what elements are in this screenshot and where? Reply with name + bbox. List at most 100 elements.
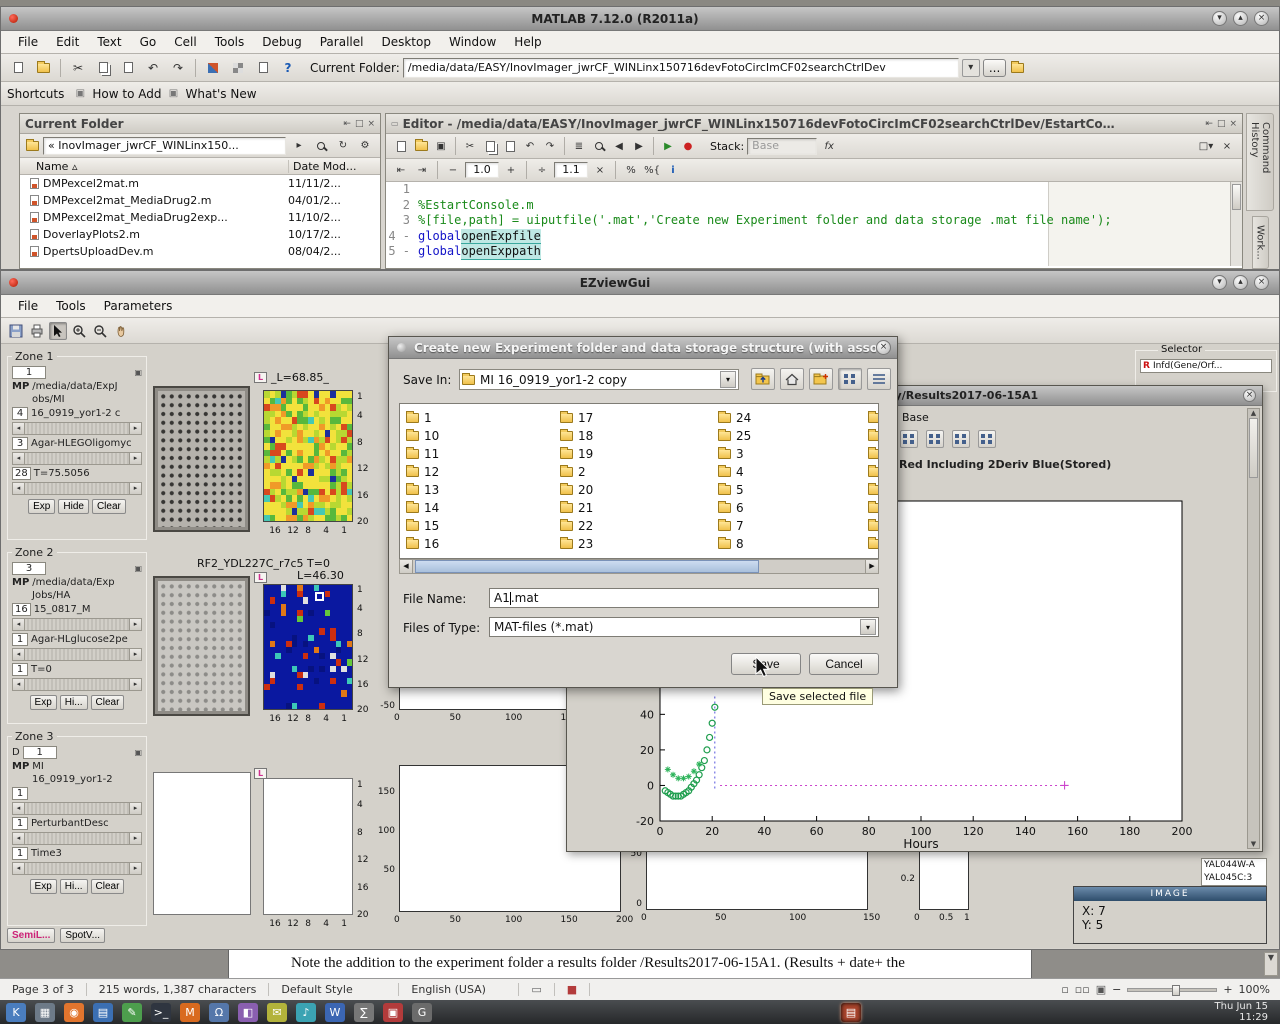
matlab-menu-go[interactable]: Go: [131, 32, 166, 52]
folder-item[interactable]: 25: [718, 428, 868, 444]
shortcut-how-to-add[interactable]: How to Add: [92, 87, 161, 101]
matlab-menu-parallel[interactable]: Parallel: [311, 32, 373, 52]
ezview-menu-tools[interactable]: Tools: [47, 296, 95, 316]
slider-left-icon[interactable]: ◂: [13, 649, 25, 660]
folder-item-clipped[interactable]: [868, 536, 879, 552]
slider-right-icon[interactable]: ▸: [129, 619, 141, 630]
breakpoint-icon[interactable]: ●: [679, 137, 697, 155]
zone1-button-hide[interactable]: Hide: [58, 499, 89, 514]
simulink-icon[interactable]: [202, 57, 224, 79]
select-arrow-icon[interactable]: [49, 322, 67, 340]
file-row[interactable]: DMPexcel2mat_MediaDrug2exp...11/10/2...: [20, 209, 380, 226]
octave-icon[interactable]: Ω: [209, 1003, 229, 1022]
spotview-button[interactable]: SpotV...: [60, 928, 105, 943]
folder-item[interactable]: 19: [560, 446, 710, 462]
status-words[interactable]: 215 words, 1,387 characters: [87, 983, 270, 996]
gear-icon[interactable]: ⚙: [356, 137, 374, 155]
matlab-menu-file[interactable]: File: [9, 32, 47, 52]
new-folder-icon[interactable]: [809, 368, 833, 390]
editor-scrollbar[interactable]: [1230, 182, 1242, 266]
ezview-titlebar[interactable]: EZviewGui ▾ ▴ ×: [1, 271, 1279, 295]
run-icon[interactable]: ▶: [659, 137, 677, 155]
text-editor-icon[interactable]: ✎: [122, 1003, 142, 1022]
folder-item[interactable]: 21: [560, 500, 710, 516]
matlab-menu-desktop[interactable]: Desktop: [372, 32, 440, 52]
zone3-dock-icon[interactable]: ▣: [134, 748, 142, 757]
help-icon[interactable]: ?: [277, 57, 299, 79]
matlab-menu-text[interactable]: Text: [88, 32, 130, 52]
gene-listbox[interactable]: YAL044W-AYAL045C:3: [1201, 858, 1267, 886]
folder-item-clipped[interactable]: [868, 410, 879, 426]
hscroll-right-icon[interactable]: ▶: [865, 560, 878, 573]
column-header-date[interactable]: Date Mod...: [288, 160, 380, 173]
gene-item[interactable]: YAL045C:3: [1204, 872, 1266, 885]
up-folder-icon[interactable]: ↑: [1009, 59, 1027, 77]
browse-folder-button[interactable]: ...: [983, 59, 1006, 77]
launcher-icon[interactable]: K: [6, 1003, 26, 1022]
divide-icon[interactable]: ÷: [533, 161, 551, 179]
decrease-icon[interactable]: −: [444, 161, 462, 179]
hscroll-left-icon[interactable]: ◀: [400, 560, 413, 573]
zone1-value-2[interactable]: 3: [12, 437, 28, 450]
slider-right-icon[interactable]: ▸: [129, 863, 141, 874]
zoom-out-icon[interactable]: [91, 322, 109, 340]
slider-left-icon[interactable]: ◂: [13, 423, 25, 434]
slider-right-icon[interactable]: ▸: [129, 649, 141, 660]
folder-item[interactable]: 10: [406, 428, 556, 444]
folder-item[interactable]: 7: [718, 518, 868, 534]
zone3-value-1[interactable]: 1: [12, 787, 28, 800]
multiply-icon[interactable]: ×: [591, 161, 609, 179]
zoom-in-control[interactable]: +: [1223, 983, 1232, 996]
file-name-input[interactable]: A1 .mat: [489, 588, 879, 608]
image-viewer-icon[interactable]: ◧: [238, 1003, 258, 1022]
refresh-icon[interactable]: ↻: [334, 137, 352, 155]
zone2-button-clear[interactable]: Clear: [91, 695, 125, 710]
show-desktop-icon[interactable]: ▦: [35, 1003, 55, 1022]
editor-dock-icon[interactable]: ⇤: [1205, 119, 1213, 129]
copy-icon[interactable]: [481, 137, 499, 155]
breadcrumb[interactable]: « InovImager_jwrCF_WINLinx150...: [43, 137, 286, 155]
music-player-icon[interactable]: ♪: [296, 1003, 316, 1022]
zone3-index-spinner[interactable]: 1: [23, 746, 57, 759]
folder-item[interactable]: 18: [560, 428, 710, 444]
current-folder-path-input[interactable]: /media/data/EASY/InovImager_jwrCF_WINLin…: [403, 58, 959, 78]
ezview-menu-file[interactable]: File: [9, 296, 47, 316]
folder-item[interactable]: 13: [406, 482, 556, 498]
maximize-icon[interactable]: ▴: [1233, 11, 1248, 26]
folder-list[interactable]: 1101112131415161718192202122232425345678: [399, 403, 879, 559]
paste-icon[interactable]: [117, 57, 139, 79]
zone1-slider-2[interactable]: ◂▸: [12, 452, 142, 465]
zone3-slider-2[interactable]: ◂▸: [12, 832, 142, 845]
column-header-name[interactable]: Name ▵: [20, 160, 288, 173]
editor-close-icon[interactable]: ×: [1229, 119, 1237, 129]
close-icon[interactable]: ×: [1254, 11, 1269, 26]
status-page[interactable]: Page 3 of 3: [0, 983, 87, 996]
zone2-button-hi[interactable]: Hi...: [60, 695, 88, 710]
new-icon[interactable]: [392, 137, 410, 155]
editor-undock-icon[interactable]: □: [1217, 119, 1226, 129]
file-row[interactable]: DMPexcel2mat.m11/11/2...: [20, 175, 380, 192]
redo-icon[interactable]: ↷: [167, 57, 189, 79]
folder-item[interactable]: 23: [560, 536, 710, 552]
zone3-button-exp[interactable]: Exp: [30, 879, 57, 894]
zone2-button-exp[interactable]: Exp: [30, 695, 57, 710]
tab-workspace[interactable]: Work...: [1252, 216, 1269, 269]
file-row[interactable]: DpertsUploadDev.m08/04/2...: [20, 243, 380, 260]
undo-icon[interactable]: ↶: [521, 137, 539, 155]
view-multi-page-icon[interactable]: ▫▫: [1075, 983, 1090, 996]
folder-item[interactable]: 16: [406, 536, 556, 552]
value-2-field[interactable]: 1.1: [554, 162, 588, 178]
hscroll-thumb[interactable]: [415, 560, 759, 573]
zone3-value-2[interactable]: 1: [12, 817, 28, 830]
zone3-slider-1[interactable]: ◂▸: [12, 802, 142, 815]
matlab-menu-cell[interactable]: Cell: [165, 32, 205, 52]
grid-view-icon[interactable]: [838, 368, 862, 390]
semilog-button[interactable]: SemiL...: [7, 928, 55, 943]
slider-left-icon[interactable]: ◂: [13, 483, 25, 494]
slider-right-icon[interactable]: ▸: [129, 679, 141, 690]
slider-right-icon[interactable]: ▸: [129, 483, 141, 494]
gimp-icon[interactable]: G: [412, 1003, 432, 1022]
copy-icon[interactable]: [92, 57, 114, 79]
office-writer-icon[interactable]: W: [325, 1003, 345, 1022]
folder-item-clipped[interactable]: [868, 446, 879, 462]
